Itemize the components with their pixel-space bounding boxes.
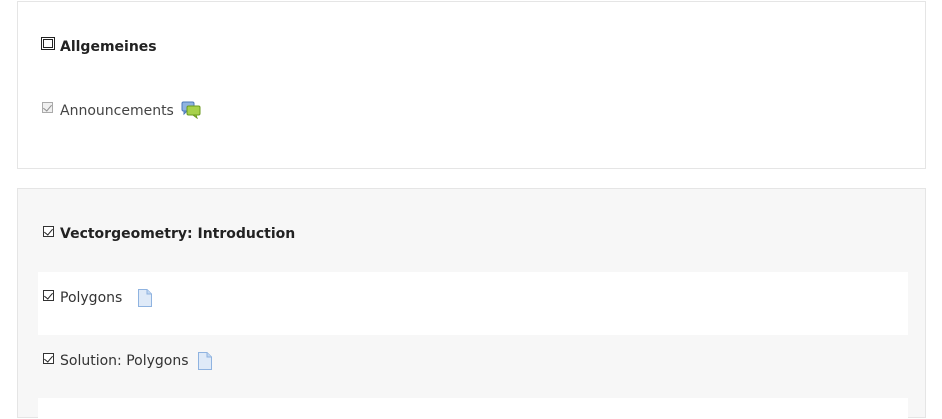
forum-icon[interactable] — [181, 101, 201, 119]
section-checkbox-allgemeines[interactable] — [41, 37, 55, 50]
file-icon[interactable] — [197, 352, 213, 370]
section-allgemeines: Allgemeines Announcements — [17, 1, 926, 169]
section-title-vectorgeometry: Vectorgeometry: Introduction — [60, 226, 296, 242]
section-checkbox-vectorgeometry[interactable] — [43, 226, 54, 237]
activity-label-solution-polygons[interactable]: Solution: Polygons — [60, 353, 189, 369]
activity-item-next — [38, 398, 908, 419]
activity-label-polygons[interactable]: Polygons — [60, 290, 122, 306]
activity-item-polygons[interactable]: Polygons — [38, 272, 908, 335]
section-vectorgeometry: Vectorgeometry: Introduction Polygons So… — [17, 188, 926, 419]
activity-checkbox-polygons[interactable] — [43, 290, 54, 301]
file-icon[interactable] — [137, 289, 153, 307]
section-title-allgemeines: Allgemeines — [60, 39, 157, 55]
activity-checkbox-solution-polygons[interactable] — [43, 353, 54, 364]
activity-label-announcements[interactable]: Announcements — [60, 103, 174, 119]
activity-checkbox-announcements — [42, 102, 53, 113]
activity-item-solution-polygons[interactable]: Solution: Polygons — [38, 335, 908, 398]
